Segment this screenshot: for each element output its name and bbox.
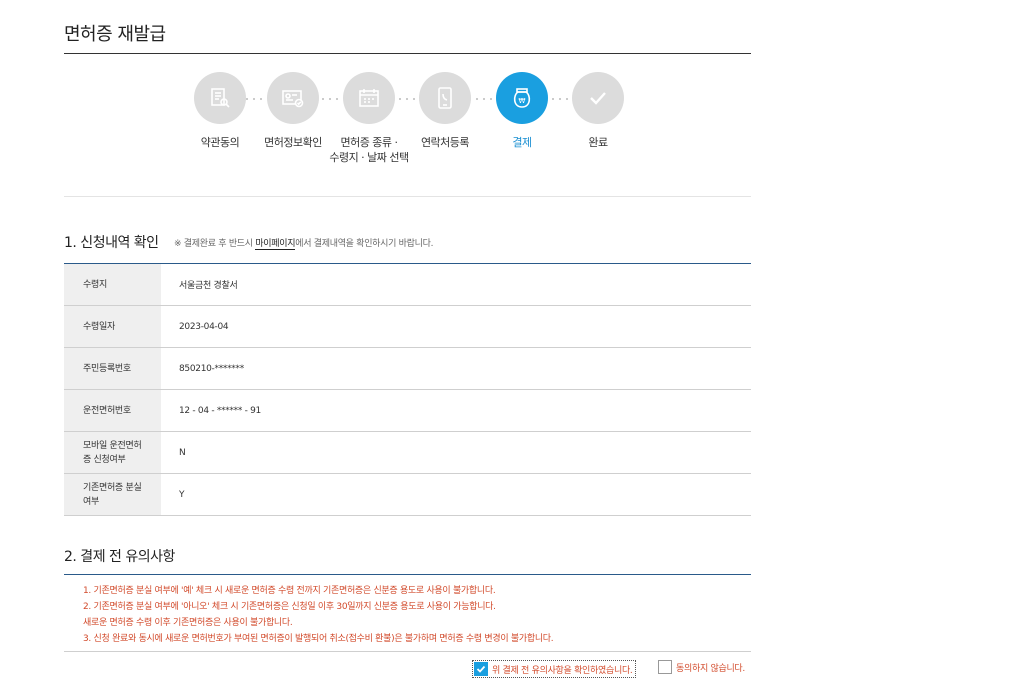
section-divider — [64, 574, 751, 575]
notice-list: 1. 기존면허증 분실 여부에 '예' 체크 시 새로운 면허증 수령 전까지 … — [83, 583, 554, 647]
title-divider — [64, 53, 751, 54]
table-row: 주민등록번호 850210-******* — [64, 348, 751, 390]
page-title: 면허증 재발급 — [64, 24, 166, 45]
notices-divider — [64, 651, 751, 652]
row-value: 12 - 04 - ****** - 91 — [179, 405, 261, 416]
table-row: 수령지 서울금천 경찰서 — [64, 264, 751, 306]
row-label: 기존면허증 분실 여부 — [64, 474, 161, 515]
agree-label: 위 결제 전 유의사항을 확인하였습니다. — [492, 665, 633, 676]
step-type-place-date: 면허증 종류 · 수령지 · 날짜 선택 — [327, 72, 411, 165]
step-label: 면허증 종류 · 수령지 · 날짜 선택 — [329, 136, 409, 164]
check-icon — [572, 72, 624, 124]
step-contact: 연락처등록 — [403, 72, 487, 150]
row-label: 수령일자 — [64, 306, 161, 347]
row-value: 850210-******* — [179, 363, 244, 374]
notice-item: 3. 신청 완료와 동시에 새로운 면허번호가 부여된 면허증이 발행되어 취소… — [83, 634, 554, 644]
step-license-info: 면허정보확인 — [251, 72, 335, 150]
checkbox-checked-icon[interactable] — [474, 662, 488, 676]
mypage-link[interactable]: 마이페이지 — [255, 239, 296, 250]
notice-item: 새로운 면허증 수령 이후 기존면허증은 사용이 불가합니다. — [83, 618, 293, 628]
table-row: 기존면허증 분실 여부 Y — [64, 474, 751, 516]
won-bag-icon: ₩ — [496, 72, 548, 124]
id-card-check-icon — [267, 72, 319, 124]
calendar-icon — [343, 72, 395, 124]
progress-steps: 약관동의 면허정보확인 면허증 종류 · 수령지 · 날짜 선택 연락처등록 ₩… — [64, 72, 751, 182]
step-label: 결제 — [512, 136, 532, 149]
section-title-application: 1. 신청내역 확인 — [64, 235, 159, 251]
row-label: 수령지 — [64, 264, 161, 305]
step-payment: ₩ 결제 — [480, 72, 564, 150]
row-value: N — [179, 447, 186, 458]
notice-item: 1. 기존면허증 분실 여부에 '예' 체크 시 새로운 면허증 수령 전까지 … — [83, 586, 496, 596]
step-label: 연락처등록 — [420, 136, 470, 149]
step-label: 면허정보확인 — [264, 136, 322, 149]
table-row: 운전면허번호 12 - 04 - ****** - 91 — [64, 390, 751, 432]
step-label: 완료 — [588, 136, 608, 149]
row-label: 운전면허번호 — [64, 390, 161, 431]
step-complete: 완료 — [556, 72, 640, 150]
row-label: 모바일 운전면허 증 신청여부 — [64, 432, 161, 473]
table-row: 모바일 운전면허 증 신청여부 N — [64, 432, 751, 474]
checkbox-empty-icon[interactable] — [658, 660, 672, 674]
row-value: Y — [179, 489, 185, 500]
row-value: 서울금천 경찰서 — [179, 281, 238, 291]
disagree-label: 동의하지 않습니다. — [676, 663, 745, 674]
section-title-notices: 2. 결제 전 유의사항 — [64, 549, 175, 565]
row-value: 2023-04-04 — [179, 321, 229, 332]
agree-checkbox[interactable]: 위 결제 전 유의사항을 확인하였습니다. — [472, 660, 636, 678]
step-label: 약관동의 — [200, 136, 240, 149]
application-details-table: 수령지 서울금천 경찰서 수령일자 2023-04-04 주민등록번호 8502… — [64, 263, 751, 516]
notice-item: 2. 기존면허증 분실 여부에 '아니오' 체크 시 기존면허증은 신청일 이후… — [83, 602, 496, 612]
phone-icon — [419, 72, 471, 124]
svg-text:₩: ₩ — [519, 97, 526, 105]
steps-divider — [64, 196, 751, 197]
table-row: 수령일자 2023-04-04 — [64, 306, 751, 348]
row-label: 주민등록번호 — [64, 348, 161, 389]
step-terms: 약관동의 — [178, 72, 262, 150]
document-search-icon — [194, 72, 246, 124]
disagree-checkbox[interactable]: 동의하지 않습니다. — [658, 660, 745, 674]
section-note: ※ 결제완료 후 반드시 마이페이지에서 결제내역을 확인하시기 바랍니다. — [174, 239, 434, 250]
